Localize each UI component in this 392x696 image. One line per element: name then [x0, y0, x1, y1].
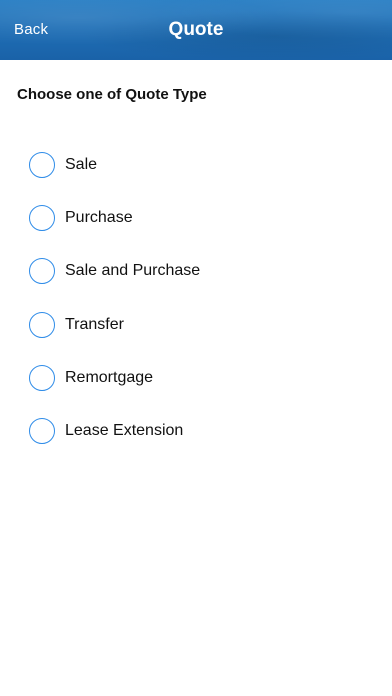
- page-title: Quote: [168, 19, 224, 40]
- quote-screen: Back Quote Choose one of Quote Type Sale…: [0, 0, 392, 696]
- option-label: Purchase: [65, 208, 133, 226]
- option-label: Sale: [65, 155, 98, 173]
- option-sale[interactable]: Sale: [0, 138, 392, 191]
- radio-button[interactable]: [29, 204, 55, 231]
- option-lease-extension[interactable]: Lease Extension: [0, 404, 392, 457]
- radio-button[interactable]: [29, 364, 55, 391]
- option-transfer[interactable]: Transfer: [0, 298, 392, 351]
- quote-type-options: Sale Purchase Sale and Purchase Transfer…: [0, 138, 392, 458]
- quote-type-heading: Choose one of Quote Type: [17, 86, 207, 103]
- back-button[interactable]: Back: [14, 21, 48, 38]
- radio-button[interactable]: [29, 418, 55, 445]
- radio-button[interactable]: [29, 258, 55, 285]
- option-remortgage[interactable]: Remortgage: [0, 351, 392, 404]
- option-sale-and-purchase[interactable]: Sale and Purchase: [0, 245, 392, 298]
- option-label: Remortgage: [65, 368, 154, 386]
- option-label: Transfer: [65, 315, 124, 333]
- navigation-bar: Back Quote: [0, 0, 392, 60]
- option-label: Lease Extension: [65, 422, 184, 440]
- option-purchase[interactable]: Purchase: [0, 191, 392, 244]
- radio-button[interactable]: [29, 151, 55, 178]
- option-label: Sale and Purchase: [65, 262, 201, 280]
- radio-button[interactable]: [29, 311, 55, 338]
